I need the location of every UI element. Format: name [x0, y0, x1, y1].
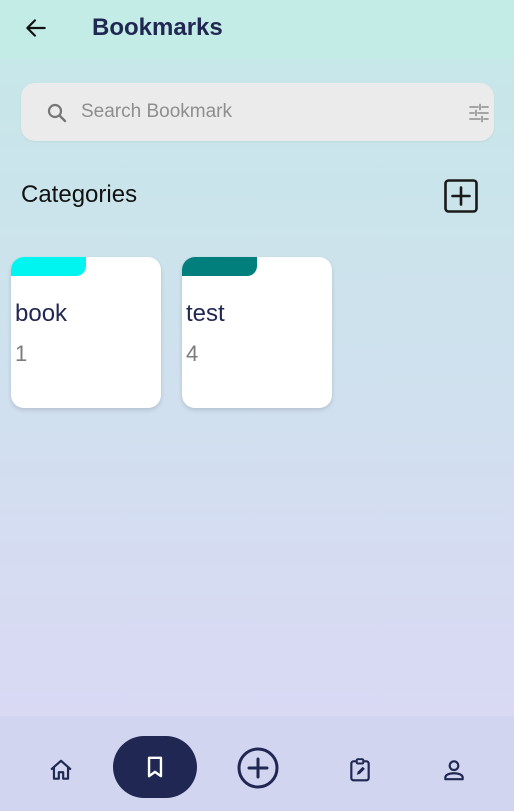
page-title: Bookmarks: [92, 14, 223, 41]
tune-icon[interactable]: [467, 101, 491, 125]
search-icon: [47, 103, 67, 123]
person-icon: [444, 760, 464, 781]
arrow-left-icon: [26, 19, 46, 37]
nav-profile[interactable]: [436, 752, 472, 788]
nav-tasks[interactable]: [342, 752, 378, 788]
add-box-icon[interactable]: [443, 178, 479, 214]
search-bar: [21, 83, 494, 141]
nav-home[interactable]: [43, 752, 79, 788]
bottom-navigation: [0, 716, 514, 811]
app-bar: Bookmarks: [0, 0, 514, 58]
nav-bookmarks[interactable]: [113, 736, 197, 798]
add-circle-icon: [237, 747, 279, 789]
category-name: book: [15, 300, 68, 327]
category-card[interactable]: test 4: [182, 257, 332, 408]
clipboard-edit-icon: [350, 758, 370, 782]
category-count: 4: [186, 341, 199, 366]
bookmark-icon: [147, 756, 163, 778]
nav-add[interactable]: [236, 746, 280, 790]
back-button[interactable]: [20, 12, 52, 44]
bookmarks-screen: Bookmarks Categories book 1 test 4: [0, 0, 514, 811]
home-icon: [50, 759, 72, 780]
category-name: test: [186, 300, 225, 327]
category-color-tab: [182, 257, 257, 276]
search-input[interactable]: [81, 93, 431, 131]
categories-heading: Categories: [21, 181, 138, 208]
category-card[interactable]: book 1: [11, 257, 161, 408]
category-count: 1: [15, 341, 28, 366]
category-color-tab: [11, 257, 86, 276]
